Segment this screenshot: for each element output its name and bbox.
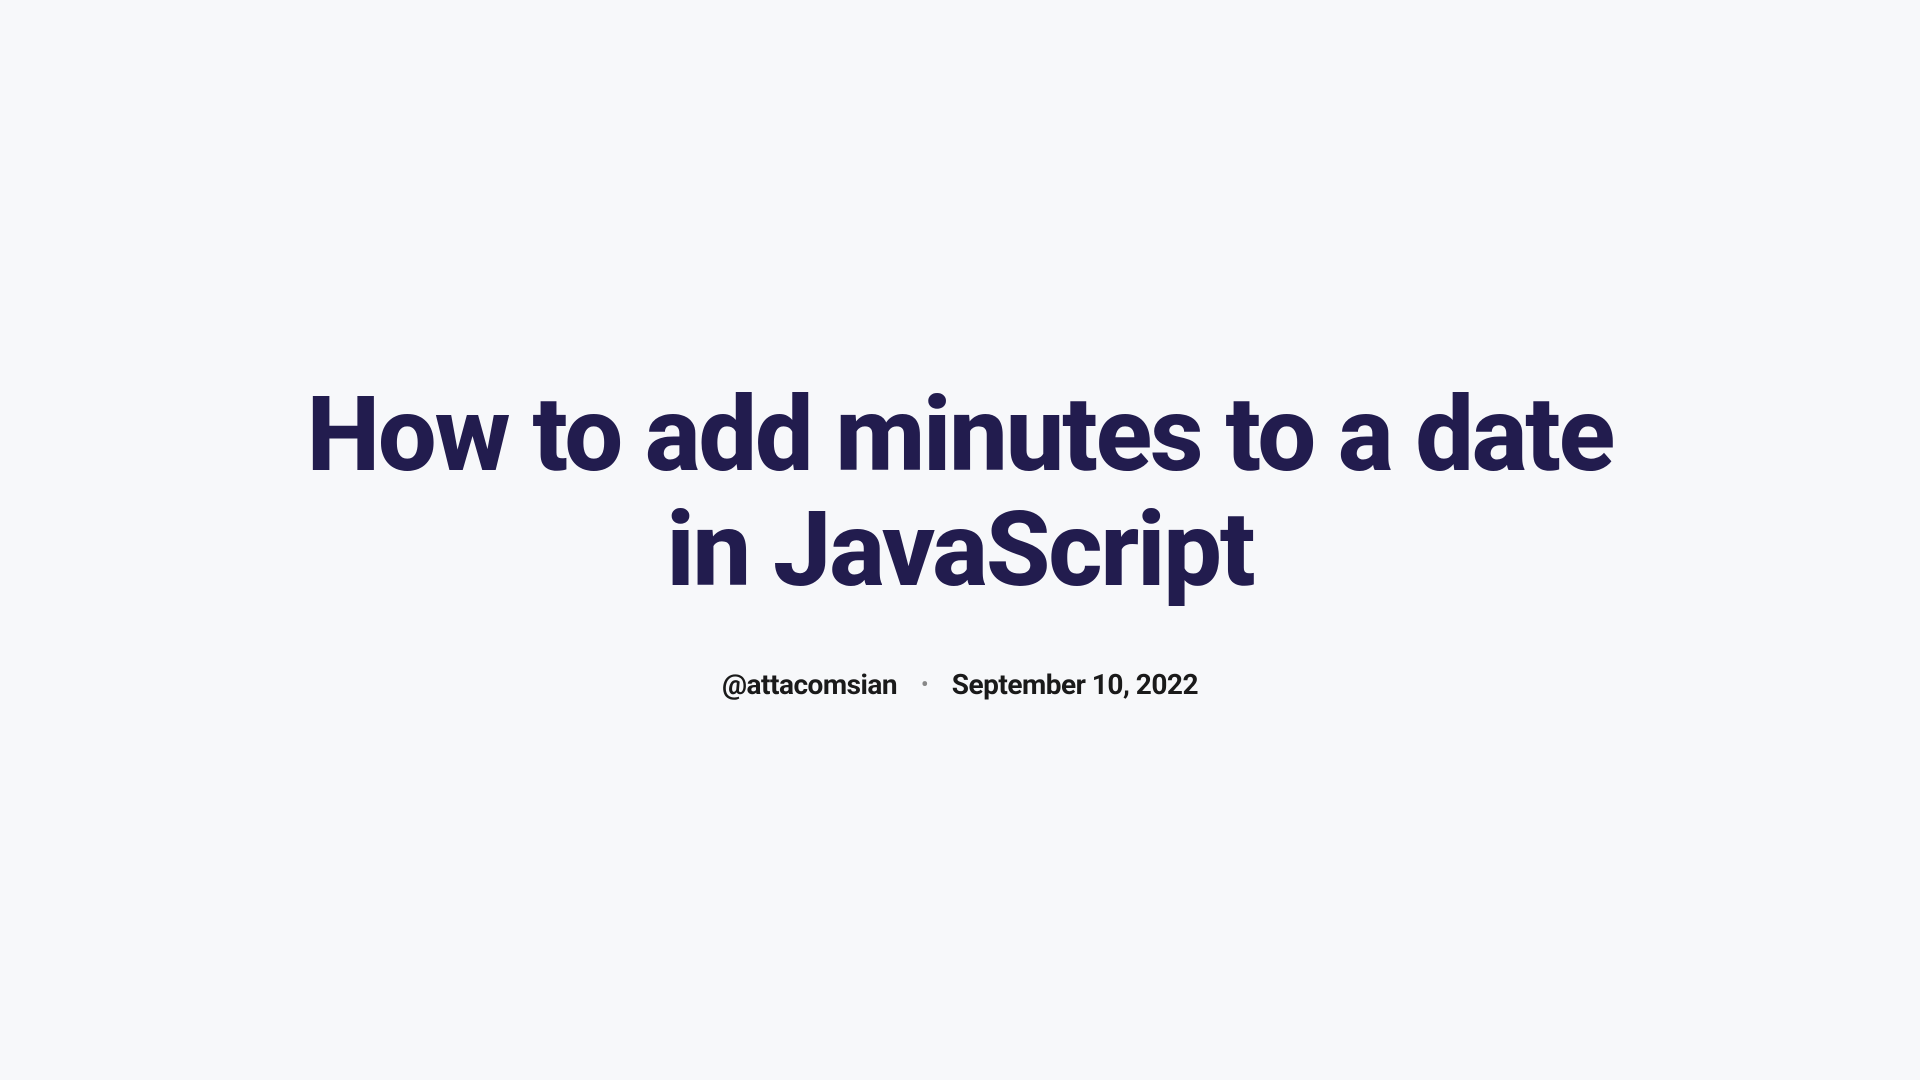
meta-separator: • xyxy=(921,672,928,696)
article-header: How to add minutes to a date in JavaScri… xyxy=(260,379,1660,701)
publish-date: September 10, 2022 xyxy=(952,668,1198,701)
article-meta: @attacomsian • September 10, 2022 xyxy=(722,668,1198,701)
article-title: How to add minutes to a date in JavaScri… xyxy=(260,379,1660,608)
author-handle[interactable]: @attacomsian xyxy=(722,668,897,701)
